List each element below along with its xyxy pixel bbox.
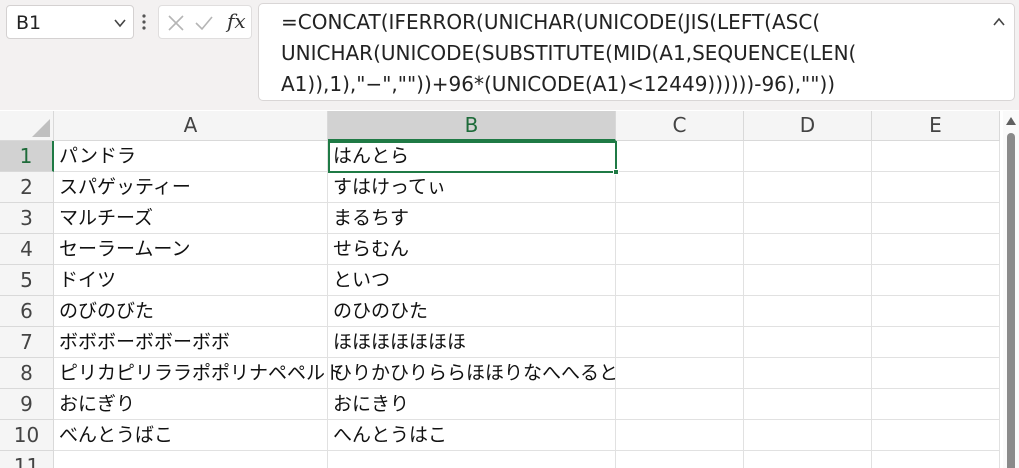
cell-b5[interactable]: といつ — [328, 265, 616, 296]
cell-d5[interactable] — [744, 265, 872, 296]
chevron-down-icon[interactable] — [113, 16, 127, 30]
cell-c2[interactable] — [616, 172, 744, 203]
cell-c3[interactable] — [616, 203, 744, 234]
cell-e9[interactable] — [872, 389, 1000, 420]
cell-e7[interactable] — [872, 327, 1000, 358]
cell-d2[interactable] — [744, 172, 872, 203]
cell-c1[interactable] — [616, 141, 744, 172]
row-header[interactable]: 10 — [0, 420, 54, 451]
row-header[interactable]: 9 — [0, 389, 54, 420]
confirm-check-icon[interactable] — [195, 14, 213, 32]
cell-d3[interactable] — [744, 203, 872, 234]
column-header-a[interactable]: A — [54, 111, 328, 141]
formula-line-2: UNICHAR(UNICODE(SUBSTITUTE(MID(A1,SEQUEN… — [281, 41, 857, 65]
name-box-value[interactable]: B1 — [16, 12, 41, 34]
cell-d6[interactable] — [744, 296, 872, 327]
name-box[interactable]: B1 — [6, 5, 134, 39]
cell-c7[interactable] — [616, 327, 744, 358]
cell-e2[interactable] — [872, 172, 1000, 203]
cell-e5[interactable] — [872, 265, 1000, 296]
collapse-formula-bar-icon[interactable] — [992, 16, 1006, 28]
cell-a5[interactable]: ドイツ — [54, 265, 328, 296]
row-header[interactable]: 1 — [0, 141, 54, 172]
formula-input[interactable]: =CONCAT(IFERROR(UNICHAR(UNICODE(JIS(LEFT… — [258, 3, 1015, 101]
cell-a6[interactable]: のびのびた — [54, 296, 328, 327]
cell-c8[interactable] — [616, 358, 744, 389]
cell-b9[interactable]: おにきり — [328, 389, 616, 420]
formula-toolbar: B1 fx =CONCAT(IFERROR(UNICHAR(UNICODE(JI… — [0, 0, 1019, 110]
cell-e8[interactable] — [872, 358, 1000, 389]
cell-d1[interactable] — [744, 141, 872, 172]
cell-c4[interactable] — [616, 234, 744, 265]
formula-line-1: =CONCAT(IFERROR(UNICHAR(UNICODE(JIS(LEFT… — [281, 10, 821, 34]
cell-b1[interactable]: はんとら — [328, 141, 616, 172]
cell-b11[interactable] — [328, 451, 616, 468]
cell-d4[interactable] — [744, 234, 872, 265]
row-header[interactable]: 2 — [0, 172, 54, 203]
cell-a1[interactable]: パンドラ — [54, 141, 328, 172]
cell-a10[interactable]: べんとうばこ — [54, 420, 328, 451]
cell-e11[interactable] — [872, 451, 1000, 468]
row-header[interactable]: 6 — [0, 296, 54, 327]
cell-e3[interactable] — [872, 203, 1000, 234]
column-header-d[interactable]: D — [744, 111, 872, 141]
cell-d8[interactable] — [744, 358, 872, 389]
cell-b2[interactable]: すはけってぃ — [328, 172, 616, 203]
cell-c9[interactable] — [616, 389, 744, 420]
cell-a8[interactable]: ピリカピリララポポリナペペルト — [54, 358, 344, 389]
insert-function-icon[interactable]: fx — [227, 9, 246, 33]
cell-d7[interactable] — [744, 327, 872, 358]
column-header-b[interactable]: B — [328, 111, 616, 141]
cell-a3[interactable]: マルチーズ — [54, 203, 328, 234]
cell-c6[interactable] — [616, 296, 744, 327]
cell-d9[interactable] — [744, 389, 872, 420]
cell-b10[interactable]: へんとうはこ — [328, 420, 616, 451]
cell-e6[interactable] — [872, 296, 1000, 327]
cell-a9[interactable]: おにぎり — [54, 389, 328, 420]
cell-e10[interactable] — [872, 420, 1000, 451]
cell-a2[interactable]: スパゲッティー — [54, 172, 328, 203]
row-header[interactable]: 4 — [0, 234, 54, 265]
cell-a11[interactable] — [54, 451, 328, 468]
cell-c11[interactable] — [616, 451, 744, 468]
more-options-icon[interactable] — [141, 12, 147, 32]
formula-text[interactable]: =CONCAT(IFERROR(UNICHAR(UNICODE(JIS(LEFT… — [281, 7, 971, 100]
row-header[interactable]: 8 — [0, 358, 54, 389]
cell-d11[interactable] — [744, 451, 872, 468]
cell-d10[interactable] — [744, 420, 872, 451]
row-header[interactable]: 5 — [0, 265, 54, 296]
cell-b7[interactable]: ほほほほほほほ — [328, 327, 616, 358]
cell-c5[interactable] — [616, 265, 744, 296]
cancel-x-icon[interactable] — [167, 14, 185, 32]
vertical-scrollbar[interactable] — [1003, 111, 1019, 468]
cell-b3[interactable]: まるちす — [328, 203, 616, 234]
cell-b8[interactable]: ひりかひりららほほりなへへると — [328, 358, 618, 389]
cell-e4[interactable] — [872, 234, 1000, 265]
cell-b4[interactable]: せらむん — [328, 234, 616, 265]
cell-e1[interactable] — [872, 141, 1000, 172]
cell-a4[interactable]: セーラームーン — [54, 234, 328, 265]
scroll-up-icon[interactable] — [1006, 117, 1016, 125]
formula-line-3: A1)),1),"−",""))+96*(UNICODE(A1)<12449))… — [281, 72, 836, 96]
column-header-c[interactable]: C — [616, 111, 744, 141]
row-header[interactable]: 3 — [0, 203, 54, 234]
formula-buttons: fx — [158, 5, 252, 39]
column-header-e[interactable]: E — [872, 111, 1000, 141]
row-header[interactable]: 11 — [0, 451, 54, 468]
cell-a7[interactable]: ボボボーボボーボボ — [54, 327, 328, 358]
cell-c10[interactable] — [616, 420, 744, 451]
row-header[interactable]: 7 — [0, 327, 54, 358]
scrollbar-thumb[interactable] — [1007, 133, 1015, 468]
select-all-icon[interactable] — [0, 111, 54, 141]
cell-b6[interactable]: のひのひた — [328, 296, 616, 327]
